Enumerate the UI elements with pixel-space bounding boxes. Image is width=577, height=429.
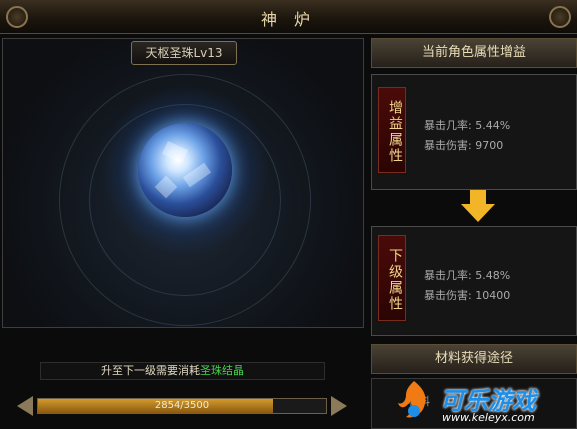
stat-value: 9700 xyxy=(475,139,504,152)
stat-label: 暴击几率: xyxy=(424,119,472,132)
sacred-orb-icon xyxy=(138,123,232,217)
stat-value: 5.48% xyxy=(475,269,511,282)
stat-label: 暴击伤害: xyxy=(424,139,472,152)
upgrade-cost-text: 升至下一级需要消耗圣珠结晶 xyxy=(40,362,325,380)
cost-prefix: 升至下一级需要消耗 xyxy=(101,364,200,377)
arrow-head xyxy=(461,204,495,222)
stat-value: 5.44% xyxy=(475,119,511,132)
current-bonus-box: 增益属性 暴击几率: 5.44% 暴击伤害: 9700 xyxy=(371,74,577,190)
current-crit-rate: 暴击几率: 5.44% xyxy=(424,117,510,133)
next-level-banner: 下级属性 xyxy=(378,235,406,321)
title-ornament-right xyxy=(549,6,571,28)
stat-label: 暴击几率: xyxy=(424,269,472,282)
next-crit-rate: 暴击几率: 5.48% xyxy=(424,267,510,283)
next-level-box: 下级属性 暴击几率: 5.48% 暴击伤害: 10400 xyxy=(371,226,577,336)
window-title: 神 炉 xyxy=(260,10,317,29)
progress-text: 2854/3500 xyxy=(154,400,210,411)
watermark-url: www.keleyx.com xyxy=(442,411,535,424)
cost-item-name: 圣珠结晶 xyxy=(200,364,244,377)
orb-facet xyxy=(162,141,188,163)
stat-value: 10400 xyxy=(475,289,511,302)
orb-image[interactable] xyxy=(100,85,270,255)
progress-left-arrow-icon xyxy=(17,396,33,416)
title-bar: 神 炉 xyxy=(0,0,577,34)
stat-label: 暴击伤害: xyxy=(424,289,472,302)
current-crit-damage: 暴击伤害: 9700 xyxy=(424,137,503,153)
watermark-logo-icon xyxy=(398,381,426,418)
next-crit-damage: 暴击伤害: 10400 xyxy=(424,287,510,303)
materials-header: 材料获得途径 xyxy=(371,344,577,374)
down-arrow-icon xyxy=(461,190,495,224)
upgrade-progress: 2854/3500 xyxy=(17,392,347,420)
arrow-stem xyxy=(470,190,486,204)
current-bonus-header: 当前角色属性增益 xyxy=(371,38,577,68)
orb-name-label: 天枢圣珠Lv13 xyxy=(131,41,237,65)
materials-body[interactable]: 材料 可乐游戏 www.keleyx.com xyxy=(371,378,577,429)
orb-facet xyxy=(182,162,212,188)
current-bonus-banner: 增益属性 xyxy=(378,87,406,173)
progress-track: 2854/3500 xyxy=(37,398,327,414)
orb-facet xyxy=(154,175,178,199)
attribute-panel: 当前角色属性增益 增益属性 暴击几率: 5.44% 暴击伤害: 9700 下级属… xyxy=(371,38,577,429)
progress-right-arrow-icon xyxy=(331,396,347,416)
